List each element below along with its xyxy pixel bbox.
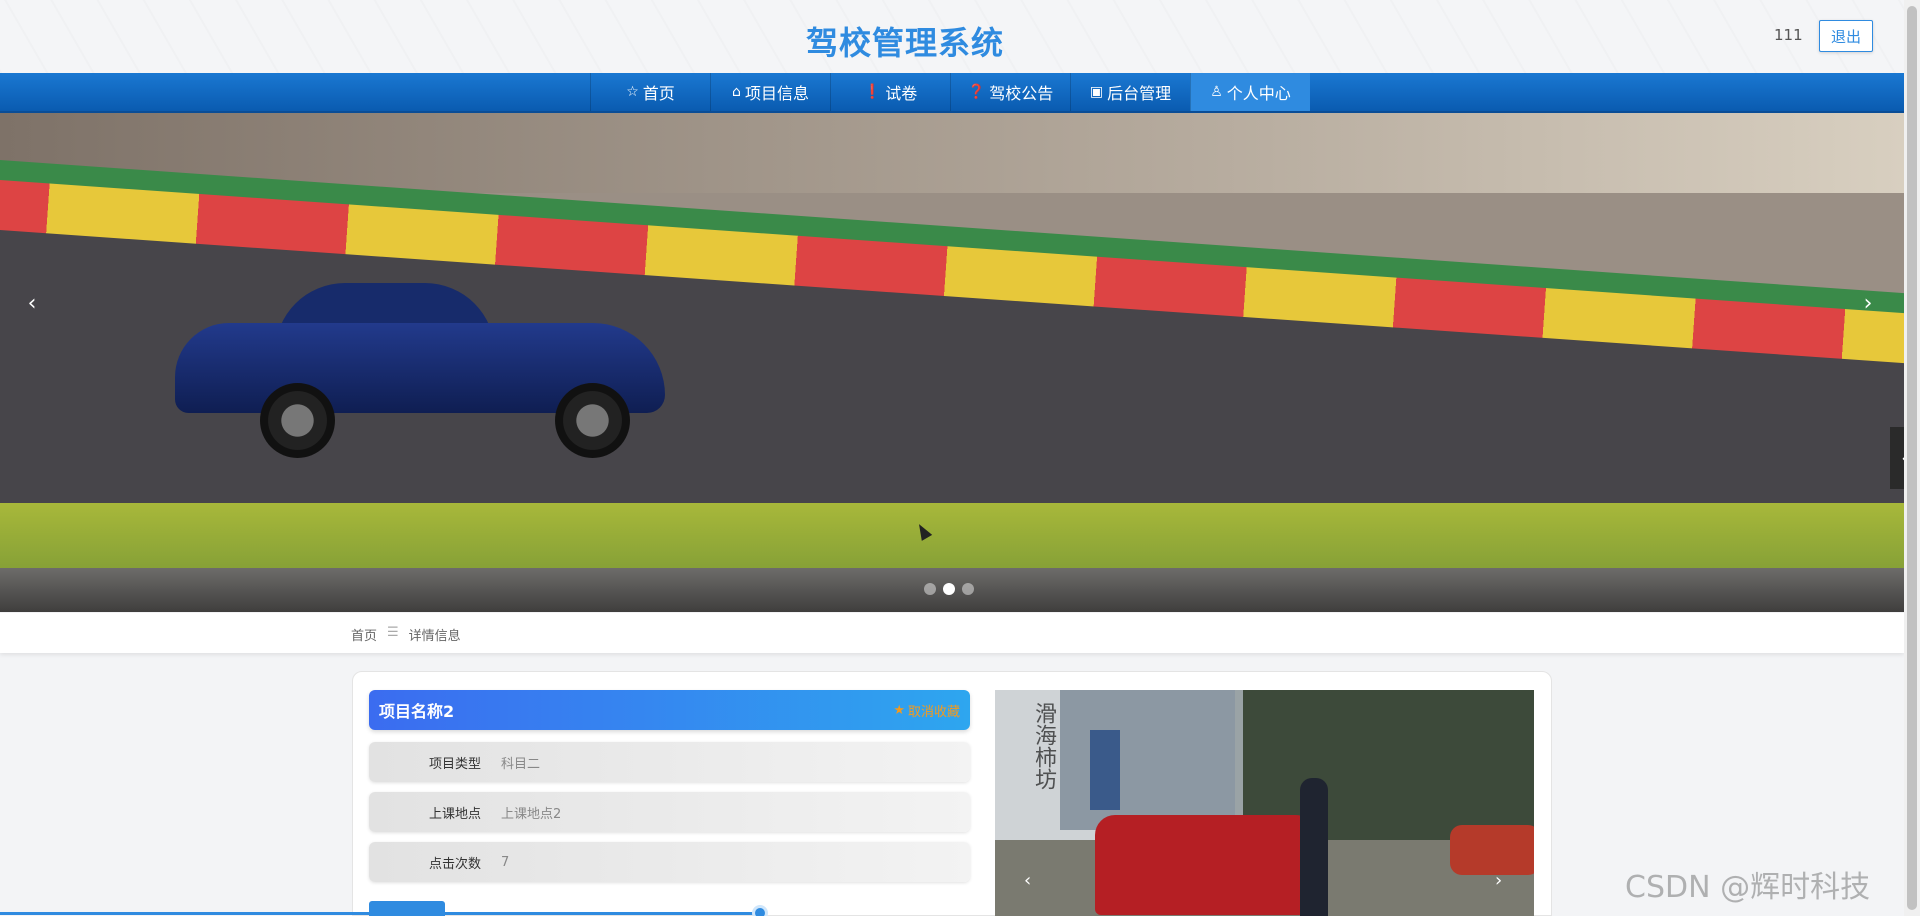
breadcrumb-separator-icon: ☰ (387, 625, 399, 640)
nav-item-label: 个人中心 (1226, 84, 1291, 103)
breadcrumb-home[interactable]: 首页 (351, 625, 377, 644)
field-value: 科目二 (501, 756, 541, 772)
field-label: 项目类型 (428, 756, 481, 772)
page-scrollbar[interactable] (1904, 0, 1920, 916)
briefcase-icon: ▣ (1089, 84, 1104, 100)
photo-red-car (1095, 815, 1325, 915)
progress-slider-handle[interactable] (752, 905, 768, 916)
info-icon: ❗ (863, 84, 882, 100)
carousel-dot[interactable] (962, 583, 974, 595)
detail-title-bar: 项目名称2 ★ 取消收藏 (369, 690, 970, 730)
photo-calligraphy: 滑海柿坊 (1031, 702, 1056, 790)
carousel-next-icon[interactable]: › (1848, 283, 1888, 323)
breadcrumb: 首页 ☰ 详情信息 (351, 625, 461, 644)
bag-icon: ⌂ (732, 84, 741, 100)
field-value: 上课地点2 (501, 806, 562, 822)
site-title: 驾校管理系统 (806, 24, 1005, 62)
photo-taxi (1450, 825, 1534, 875)
photo-next-icon[interactable]: › (1495, 870, 1502, 891)
nav-item-label: 项目信息 (744, 84, 809, 103)
nav-item-admin[interactable]: ▣ 后台管理 (1070, 73, 1190, 111)
info-row-clicks: 点击次数 7 (369, 842, 970, 882)
project-photo: 滑海柿坊 (995, 690, 1534, 916)
star-icon: ★ (893, 702, 905, 718)
nav-item-exam[interactable]: ❗ 试卷 (830, 73, 950, 111)
nav-item-label: 驾校公告 (989, 84, 1054, 103)
field-value: 7 (501, 854, 510, 870)
nav-item-label: 后台管理 (1107, 84, 1172, 103)
nav-bar: ☆ 首页 ⌂ 项目信息 ❗ 试卷 ❓ 驾校公告 ▣ 后台管理 ♙ 个人中心 (0, 73, 1904, 113)
banner-car-image (175, 283, 665, 458)
user-icon: ♙ (1210, 84, 1223, 100)
username[interactable]: 111 (1774, 26, 1803, 44)
nav-item-home[interactable]: ☆ 首页 (590, 73, 710, 111)
carousel-dot-active[interactable] (943, 583, 955, 595)
field-label: 点击次数 (428, 856, 481, 872)
photo-door (1090, 730, 1120, 810)
banner-carousel (0, 113, 1904, 612)
car-wheel (555, 383, 630, 458)
nav-item-profile[interactable]: ♙ 个人中心 (1190, 73, 1310, 111)
nav-item-notices[interactable]: ❓ 驾校公告 (950, 73, 1070, 111)
carousel-dot[interactable] (924, 583, 936, 595)
unfavorite-button[interactable]: ★ 取消收藏 (893, 701, 960, 720)
header: 驾校管理系统 111 退出 (0, 0, 1904, 73)
photo-prev-icon[interactable]: ‹ (1024, 870, 1031, 891)
info-row-location: 上课地点 上课地点2 (369, 792, 970, 832)
nav-item-label: 首页 (642, 84, 675, 103)
project-name: 项目名称2 (379, 702, 455, 721)
carousel-dots (924, 583, 974, 595)
nav-item-projects[interactable]: ⌂ 项目信息 (710, 73, 830, 111)
nav-items: ☆ 首页 ⌂ 项目信息 ❗ 试卷 ❓ 驾校公告 ▣ 后台管理 ♙ 个人中心 (590, 73, 1310, 111)
field-label: 上课地点 (428, 806, 481, 822)
carousel-prev-icon[interactable]: ‹ (12, 283, 52, 323)
star-icon: ☆ (626, 84, 639, 100)
scrollbar-thumb[interactable] (1907, 6, 1917, 910)
breadcrumb-current: 详情信息 (408, 629, 461, 644)
question-icon: ❓ (967, 84, 986, 100)
logout-button[interactable]: 退出 (1819, 20, 1873, 52)
breadcrumb-bar: 首页 ☰ 详情信息 (0, 613, 1904, 653)
nav-item-label: 试卷 (885, 84, 918, 103)
progress-slider-track[interactable] (0, 912, 760, 915)
unfavorite-label: 取消收藏 (907, 704, 960, 720)
watermark: CSDN @辉时科技 (1625, 870, 1871, 905)
car-wheel (260, 383, 335, 458)
photo-person (1300, 778, 1328, 916)
info-row-type: 项目类型 科目二 (369, 742, 970, 782)
photo-building (1060, 690, 1235, 830)
